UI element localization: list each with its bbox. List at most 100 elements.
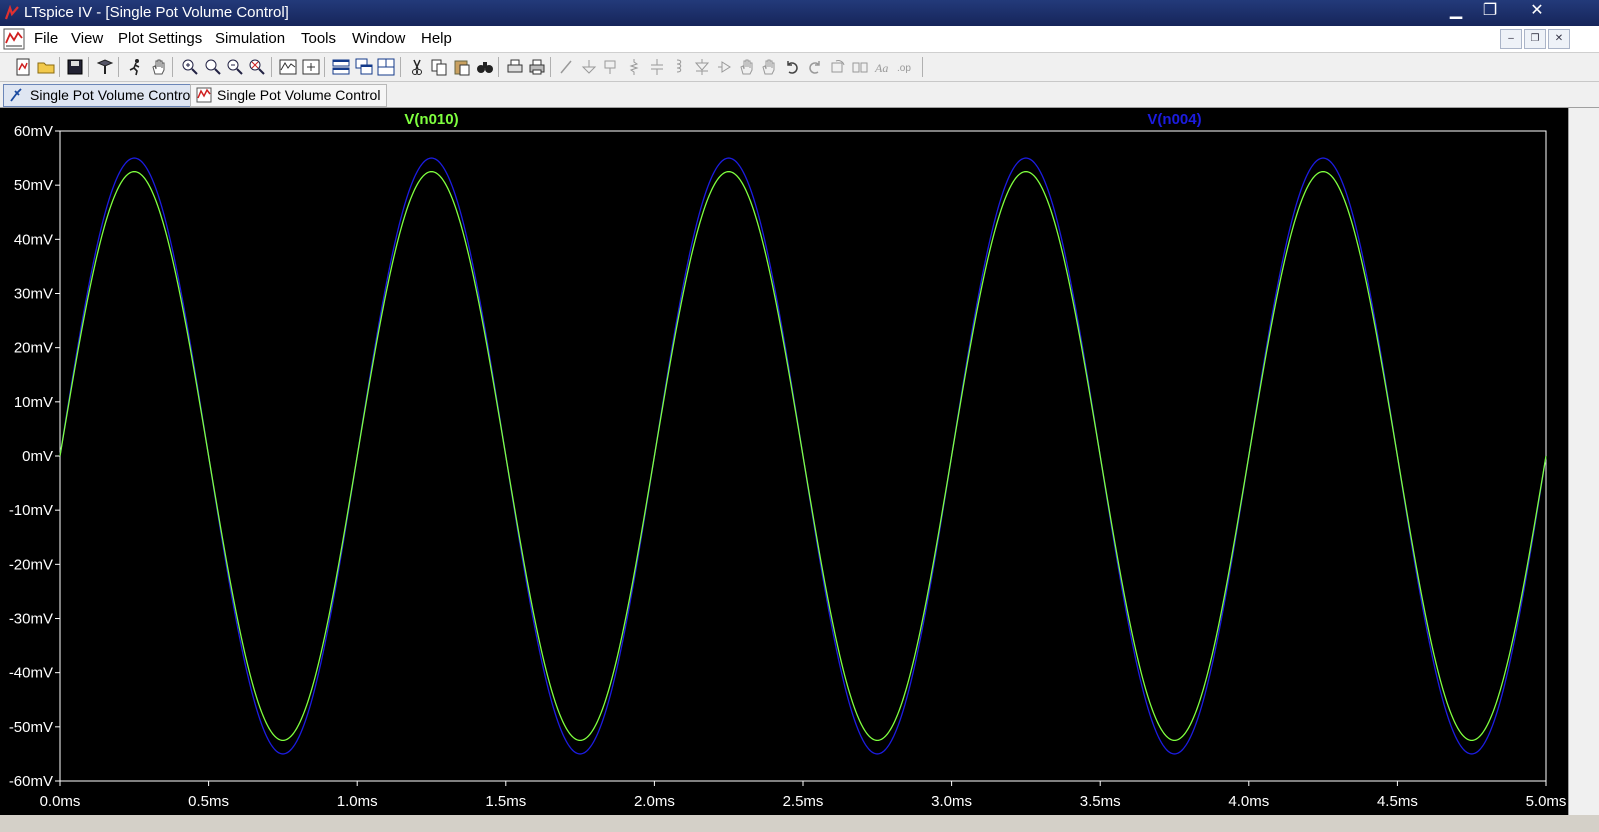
new-schematic-icon[interactable] bbox=[13, 57, 33, 77]
text-icon[interactable]: Aa bbox=[873, 57, 893, 77]
y-tick-label: 0mV bbox=[22, 448, 53, 465]
toolbar-separator bbox=[88, 57, 89, 77]
cut-icon[interactable] bbox=[407, 57, 427, 77]
add-trace-icon[interactable] bbox=[301, 57, 321, 77]
legend-label: V(n004) bbox=[1147, 111, 1201, 128]
y-tick-label: 50mV bbox=[14, 177, 53, 194]
y-tick-label: -30mV bbox=[9, 611, 53, 628]
legend-label: V(n010) bbox=[404, 111, 458, 128]
tile-horizontal-icon[interactable] bbox=[331, 57, 351, 77]
y-tick-label: 40mV bbox=[14, 231, 53, 248]
pan-icon[interactable] bbox=[149, 57, 169, 77]
menu-view[interactable]: View bbox=[71, 30, 103, 47]
zoom-fit-icon[interactable] bbox=[247, 57, 267, 77]
x-tick-label: 5.0ms bbox=[1526, 793, 1567, 810]
toolbar-separator bbox=[324, 57, 325, 77]
trace-v-n010 bbox=[59, 170, 1547, 742]
menu-help[interactable]: Help bbox=[421, 30, 452, 47]
svg-text:Aa: Aa bbox=[874, 61, 888, 75]
tab-waveform[interactable]: Single Pot Volume Control bbox=[190, 84, 388, 107]
toolbar-separator bbox=[498, 57, 499, 77]
menu-simulation[interactable]: Simulation bbox=[215, 30, 285, 47]
print-icon[interactable] bbox=[527, 57, 547, 77]
y-tick-label: -50mV bbox=[9, 719, 53, 736]
toolbar-separator bbox=[922, 57, 923, 77]
ground-icon[interactable] bbox=[579, 57, 599, 77]
minimize-button[interactable]: ▁ bbox=[1441, 0, 1471, 22]
tab-schematic[interactable]: Single Pot Volume Control bbox=[3, 84, 201, 107]
inductor-icon[interactable] bbox=[669, 57, 689, 77]
x-tick-label: 0.5ms bbox=[188, 793, 229, 810]
toolbar-separator bbox=[400, 57, 401, 77]
paste-icon[interactable] bbox=[452, 57, 472, 77]
control-panel-icon[interactable] bbox=[95, 57, 115, 77]
y-tick-label: 30mV bbox=[14, 286, 53, 303]
copy-icon[interactable] bbox=[429, 57, 449, 77]
mdi-restore-button[interactable]: ❐ bbox=[1524, 29, 1546, 49]
waveform-doc-icon[interactable] bbox=[3, 28, 25, 50]
x-tick-label: 2.5ms bbox=[783, 793, 824, 810]
close-button[interactable]: ✕ bbox=[1522, 0, 1552, 22]
capacitor-icon[interactable] bbox=[647, 57, 667, 77]
title-bar: LTspice IV - [Single Pot Volume Control]… bbox=[0, 0, 1599, 26]
waveform-chart[interactable]: 60mV 50mV 40mV 30mV 20mV 10mV 0mV -10mV -20mV -30… bbox=[0, 108, 1568, 815]
y-tick-label: -60mV bbox=[9, 773, 53, 790]
document-tab-bar: Single Pot Volume Control Single Pot Vol… bbox=[0, 82, 1599, 108]
rotate-icon[interactable] bbox=[828, 57, 848, 77]
menu-file[interactable]: File bbox=[34, 30, 58, 47]
waveform-icon bbox=[196, 87, 212, 103]
y-tick-label: 10mV bbox=[14, 394, 53, 411]
x-tick-label: 1.0ms bbox=[337, 793, 378, 810]
x-tick-label: 0.0ms bbox=[40, 793, 81, 810]
y-tick-label: 60mV bbox=[14, 123, 53, 140]
diode-icon[interactable] bbox=[692, 57, 712, 77]
toolbar-separator bbox=[118, 57, 119, 77]
run-icon[interactable] bbox=[126, 57, 146, 77]
toolbar-separator bbox=[550, 57, 551, 77]
window-title: LTspice IV - [Single Pot Volume Control] bbox=[24, 4, 289, 21]
resistor-icon[interactable] bbox=[624, 57, 644, 77]
menu-tools[interactable]: Tools bbox=[301, 30, 336, 47]
autoscale-icon[interactable] bbox=[278, 57, 298, 77]
x-tick-label: 2.0ms bbox=[634, 793, 675, 810]
tile-icon[interactable] bbox=[376, 57, 396, 77]
x-tick-label: 1.5ms bbox=[485, 793, 526, 810]
spice-directive-icon[interactable]: .op bbox=[896, 57, 916, 77]
tab-label: Single Pot Volume Control bbox=[30, 87, 194, 103]
x-tick-label: 4.0ms bbox=[1228, 793, 1269, 810]
zoom-out-icon[interactable] bbox=[225, 57, 245, 77]
label-net-icon[interactable] bbox=[601, 57, 621, 77]
component-icon[interactable] bbox=[715, 57, 735, 77]
y-tick-label: -10mV bbox=[9, 502, 53, 519]
cascade-icon[interactable] bbox=[354, 57, 374, 77]
find-icon[interactable] bbox=[475, 57, 495, 77]
drag-icon[interactable] bbox=[759, 57, 779, 77]
status-strip bbox=[0, 815, 1599, 832]
menu-plot-settings[interactable]: Plot Settings bbox=[118, 30, 202, 47]
move-icon[interactable] bbox=[737, 57, 757, 77]
waveform-plot-pane[interactable]: 60mV 50mV 40mV 30mV 20mV 10mV 0mV -10mV -20mV -30… bbox=[0, 108, 1568, 815]
save-icon[interactable] bbox=[65, 57, 85, 77]
tab-label: Single Pot Volume Control bbox=[217, 87, 381, 103]
x-tick-label: 3.5ms bbox=[1080, 793, 1121, 810]
redo-icon[interactable] bbox=[805, 57, 825, 77]
mdi-minimize-button[interactable]: – bbox=[1500, 29, 1522, 49]
y-tick-label: 20mV bbox=[14, 340, 53, 357]
maximize-button[interactable]: ❐ bbox=[1475, 0, 1505, 22]
menu-window[interactable]: Window bbox=[352, 30, 405, 47]
print-preview-icon[interactable] bbox=[505, 57, 525, 77]
zoom-area-icon[interactable] bbox=[203, 57, 223, 77]
ltspice-logo-icon bbox=[4, 5, 19, 20]
toolbar: Aa .op bbox=[0, 53, 1599, 82]
zoom-in-icon[interactable] bbox=[180, 57, 200, 77]
toolbar-separator bbox=[172, 57, 173, 77]
mdi-close-button[interactable]: ✕ bbox=[1548, 29, 1570, 49]
open-icon[interactable] bbox=[36, 57, 56, 77]
toolbar-separator bbox=[59, 57, 60, 77]
y-tick-label: -40mV bbox=[9, 665, 53, 682]
undo-icon[interactable] bbox=[782, 57, 802, 77]
y-tick-label: -20mV bbox=[9, 556, 53, 573]
wire-icon[interactable] bbox=[557, 57, 577, 77]
mirror-icon[interactable] bbox=[850, 57, 870, 77]
x-tick-label: 4.5ms bbox=[1377, 793, 1418, 810]
